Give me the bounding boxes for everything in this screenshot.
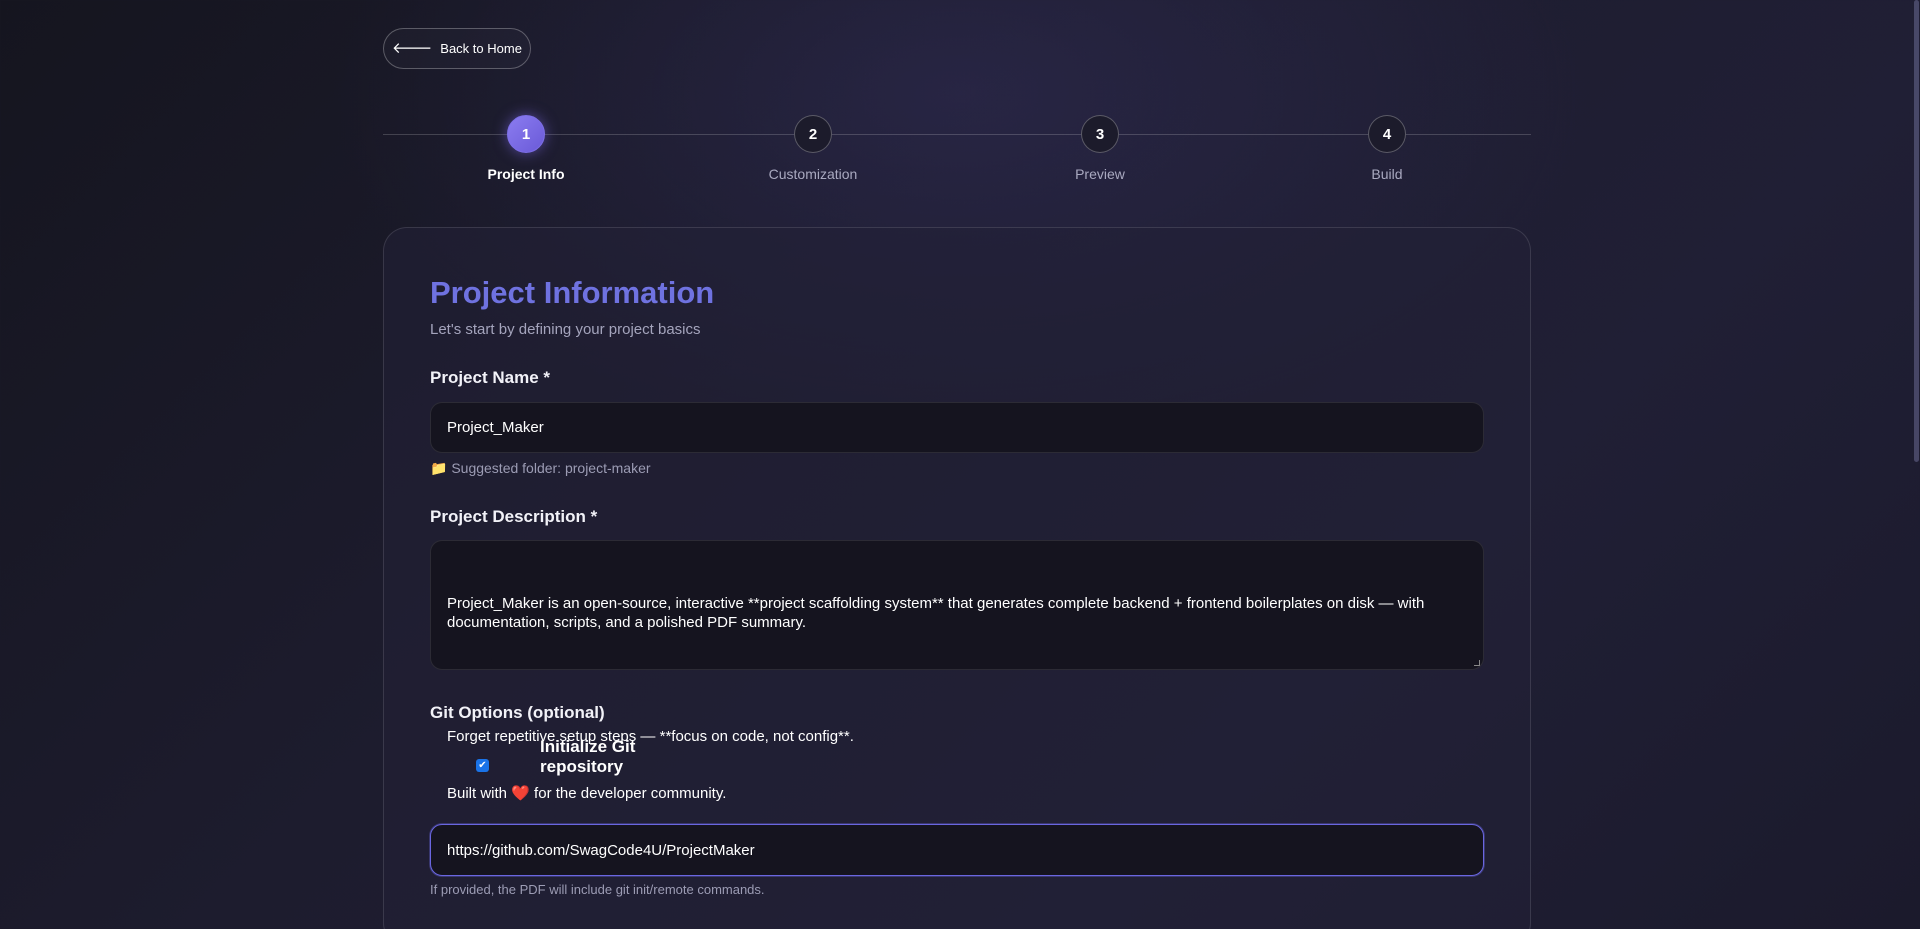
progress-stepper: 1 Project Info 2 Customization 3 Preview… (383, 115, 1531, 185)
project-name-label: Project Name * (430, 368, 550, 387)
project-name-input[interactable]: Project_Maker (430, 402, 1484, 453)
step-number: 2 (794, 115, 832, 153)
project-info-card: Project Information Let's start by defin… (383, 227, 1531, 929)
step-project-info[interactable]: 1 Project Info (456, 115, 596, 182)
git-options-label: Git Options (optional) (430, 703, 605, 722)
step-build[interactable]: 4 Build (1317, 115, 1457, 182)
init-git-label[interactable]: Initialize Git repository (540, 737, 640, 777)
back-to-home-label: Back to Home (440, 41, 522, 56)
git-remote-url-input[interactable]: https://github.com/SwagCode4U/ProjectMak… (430, 824, 1484, 876)
page-scrollbar[interactable] (1912, 0, 1920, 929)
step-label: Build (1371, 166, 1403, 182)
folder-icon: 📁 (430, 460, 448, 476)
step-label: Customization (768, 166, 858, 182)
git-remote-hint: If provided, the PDF will include git in… (430, 882, 765, 897)
step-preview[interactable]: 3 Preview (1030, 115, 1170, 182)
project-name-value: Project_Maker (447, 419, 544, 436)
back-to-home-button[interactable]: 🡐 Back to Home (383, 28, 531, 69)
suggested-folder-text: Suggested folder: project-maker (451, 460, 651, 476)
step-label: Preview (1075, 166, 1125, 182)
suggested-folder-hint: 📁 Suggested folder: project-maker (430, 460, 651, 477)
checkmark-icon: ✔ (478, 759, 487, 771)
description-line: Project_Maker is an open-source, interac… (447, 595, 1429, 631)
step-number: 3 (1081, 115, 1119, 153)
step-number: 4 (1368, 115, 1406, 153)
description-line: Built with ❤️ for the developer communit… (447, 785, 727, 802)
resize-handle-icon[interactable] (1474, 660, 1480, 666)
git-remote-url-value: https://github.com/SwagCode4U/ProjectMak… (447, 841, 755, 859)
page-title: Project Information (430, 275, 715, 310)
scrollbar-thumb[interactable] (1914, 0, 1919, 462)
step-number: 1 (507, 115, 545, 153)
project-description-label: Project Description * (430, 507, 598, 526)
arrow-left-icon: 🡐 (392, 40, 433, 57)
step-customization[interactable]: 2 Customization (743, 115, 883, 182)
init-git-checkbox[interactable]: ✔ (476, 759, 489, 772)
project-description-textarea[interactable]: Project_Maker is an open-source, interac… (430, 540, 1484, 802)
step-label: Project Info (487, 166, 565, 182)
heart-icon: ❤️ (511, 785, 530, 802)
page-subtitle: Let's start by defining your project bas… (430, 321, 701, 338)
